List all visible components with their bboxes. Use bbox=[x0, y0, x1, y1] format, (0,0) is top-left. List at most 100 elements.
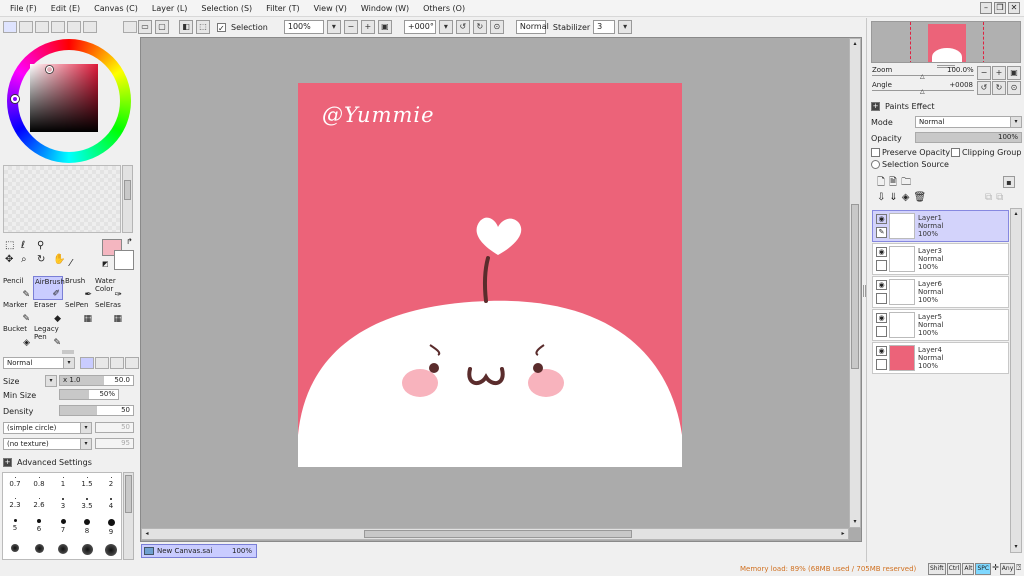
visibility-eye-icon[interactable]: ◉ bbox=[876, 214, 887, 224]
canvas-viewport[interactable]: @Yummie ▴ ▾ ◂ ▸ bbox=[140, 37, 862, 542]
menu-layer[interactable]: Layer (L) bbox=[152, 4, 188, 13]
eyedropper-icon[interactable]: ⁄ bbox=[70, 258, 72, 269]
tool-brush[interactable]: Brush ✒ bbox=[64, 276, 94, 300]
tool-legacy-pen[interactable]: Legacy Pen ✎ bbox=[33, 324, 63, 348]
nav-rotate-left-icon[interactable]: ↺ bbox=[977, 81, 991, 95]
brush-size-preset[interactable] bbox=[99, 544, 123, 556]
invert-selection-icon[interactable]: ◧ bbox=[179, 20, 193, 34]
layer-row-layer3[interactable]: ◉ Layer3 Normal 100% bbox=[872, 243, 1009, 275]
shape-soft-icon[interactable] bbox=[95, 357, 109, 369]
new-layer-icon[interactable]: 🗋 bbox=[877, 175, 885, 192]
preserve-opacity-option[interactable]: Preserve Opacity bbox=[871, 148, 950, 157]
advanced-settings-toggle[interactable]: + Advanced Settings bbox=[3, 458, 92, 467]
edit-toggle[interactable] bbox=[876, 326, 887, 337]
crop-icon[interactable]: ⬚ bbox=[196, 20, 210, 34]
nav-zoom-in-icon[interactable]: + bbox=[992, 66, 1006, 80]
size-range-dropdown[interactable]: ▾ bbox=[45, 375, 57, 387]
hand-icon[interactable]: ✋ bbox=[53, 254, 67, 266]
shape-sharp-icon[interactable] bbox=[80, 357, 94, 369]
brush-size-preset[interactable]: 7 bbox=[51, 519, 75, 534]
visibility-eye-icon[interactable]: ◉ bbox=[876, 247, 887, 257]
scratch-pad-scrollbar[interactable] bbox=[122, 165, 133, 233]
canvas-vertical-scrollbar[interactable]: ▴ ▾ bbox=[849, 38, 861, 528]
edit-toggle[interactable] bbox=[876, 359, 887, 370]
hsv-slider-tab-icon[interactable] bbox=[35, 21, 49, 33]
close-button[interactable]: ✕ bbox=[1008, 2, 1020, 14]
brush-size-preset[interactable]: 5 bbox=[3, 519, 27, 532]
brush-size-preset[interactable]: 4 bbox=[99, 498, 123, 510]
sv-handle[interactable] bbox=[46, 66, 53, 73]
visibility-eye-icon[interactable]: ◉ bbox=[876, 280, 887, 290]
shape-strength-slider[interactable]: 50 bbox=[95, 422, 134, 433]
color-wheel-tab-icon[interactable] bbox=[3, 21, 17, 33]
swatches-tab-icon[interactable] bbox=[67, 21, 81, 33]
h-scroll-thumb[interactable] bbox=[364, 530, 632, 538]
merge-down-icon[interactable]: ⇓ bbox=[889, 192, 897, 203]
new-folder-icon[interactable]: 🗀 bbox=[901, 175, 911, 192]
brush-size-preset[interactable]: 3.5 bbox=[75, 498, 99, 510]
color-mixer-tab-icon[interactable] bbox=[51, 21, 65, 33]
tool-bucket[interactable]: Bucket ◈ bbox=[2, 324, 32, 348]
tool-airbrush[interactable]: AirBrush ✐ bbox=[33, 276, 65, 300]
minimize-button[interactable]: – bbox=[980, 2, 992, 14]
layer-row-layer4[interactable]: ◉ Layer4 Normal 100% bbox=[872, 342, 1009, 374]
saturation-value-square[interactable] bbox=[30, 64, 98, 132]
selection-checkbox[interactable]: ✓ bbox=[217, 22, 226, 33]
texture-strength-slider[interactable]: 95 bbox=[95, 438, 134, 449]
nav-zoom-slider[interactable]: △ bbox=[872, 73, 974, 80]
edit-toggle[interactable] bbox=[876, 260, 887, 271]
artwork-canvas[interactable]: @Yummie bbox=[298, 83, 682, 467]
brush-size-preset[interactable] bbox=[3, 544, 27, 552]
brush-size-preset[interactable]: 6 bbox=[27, 519, 51, 533]
rotate-tool-icon[interactable]: ↻ bbox=[37, 254, 51, 266]
stabilizer-field[interactable]: 3 bbox=[593, 20, 616, 34]
layer-panel-option-icon[interactable]: ▪ bbox=[1003, 176, 1015, 188]
blend-mode-dropdown[interactable]: Normal ▾ bbox=[3, 357, 75, 369]
tool-pencil[interactable]: Pencil ✎ bbox=[2, 276, 32, 300]
menu-view[interactable]: View (V) bbox=[314, 4, 347, 13]
v-scroll-thumb[interactable] bbox=[851, 204, 859, 369]
size-slider[interactable]: x 1.0 50.0 bbox=[59, 375, 134, 386]
angle-dropdown-icon[interactable]: ▾ bbox=[438, 20, 453, 34]
brush-size-preset[interactable]: 2 bbox=[99, 477, 123, 488]
zoom-out-icon[interactable]: − bbox=[343, 20, 358, 34]
menu-filter[interactable]: Filter (T) bbox=[266, 4, 299, 13]
zoom-dropdown-icon[interactable]: ▾ bbox=[326, 20, 341, 34]
brush-shape-dropdown[interactable]: (simple circle) ▾ bbox=[3, 422, 92, 434]
swap-colors-icon[interactable]: ↱ bbox=[126, 237, 133, 246]
brush-size-preset[interactable]: 3 bbox=[51, 498, 75, 510]
deselect-icon[interactable]: ▭ bbox=[138, 20, 152, 34]
brush-size-preset[interactable]: 0.8 bbox=[27, 477, 51, 488]
brush-size-preset[interactable]: 0.7 bbox=[3, 477, 27, 488]
tool-marker[interactable]: Marker ✎ bbox=[2, 300, 32, 324]
shape-round-icon[interactable] bbox=[110, 357, 124, 369]
nav-angle-slider[interactable]: △ bbox=[872, 88, 974, 95]
transfer-down-icon[interactable]: ⇩ bbox=[877, 192, 885, 203]
tool-watercolor[interactable]: Water Color ✑ bbox=[94, 276, 124, 300]
layers-scrollbar[interactable]: ▴ ▾ bbox=[1010, 208, 1022, 553]
brush-size-preset[interactable] bbox=[51, 544, 75, 554]
layer-row-layer6[interactable]: ◉ Layer6 Normal 100% bbox=[872, 276, 1009, 308]
navigator-preview[interactable] bbox=[871, 21, 1021, 63]
brush-size-preset[interactable]: 1.5 bbox=[75, 477, 99, 488]
delete-layer-icon[interactable]: 🗑 bbox=[913, 192, 926, 203]
zoom-field[interactable]: 100% bbox=[283, 20, 324, 34]
new-linework-layer-icon[interactable]: 🗎 bbox=[889, 175, 897, 192]
brush-size-preset[interactable]: 9 bbox=[99, 519, 123, 536]
tool-eraser[interactable]: Eraser ◆ bbox=[33, 300, 63, 324]
min-size-slider[interactable]: 50% bbox=[59, 389, 119, 400]
angle-field[interactable]: +000° bbox=[403, 20, 436, 34]
nav-zoom-out-icon[interactable]: − bbox=[977, 66, 991, 80]
brush-size-preset[interactable] bbox=[27, 544, 51, 553]
clipping-group-checkbox[interactable] bbox=[951, 148, 960, 157]
edit-brush-icon[interactable]: ✎ bbox=[876, 227, 887, 238]
layer-row-layer1[interactable]: ◉ ✎ Layer1 Normal 100% bbox=[872, 210, 1009, 242]
menu-selection[interactable]: Selection (S) bbox=[201, 4, 252, 13]
edit-toggle[interactable] bbox=[876, 293, 887, 304]
tool-selpen[interactable]: SelPen ▦ bbox=[64, 300, 94, 324]
clear-layer-icon[interactable]: ◈ bbox=[902, 192, 910, 203]
zoom-reset-icon[interactable]: ▣ bbox=[377, 20, 392, 34]
scratchpad-tab-icon[interactable] bbox=[83, 21, 97, 33]
visibility-eye-icon[interactable]: ◉ bbox=[876, 346, 887, 356]
scratch-pad[interactable] bbox=[3, 165, 121, 233]
